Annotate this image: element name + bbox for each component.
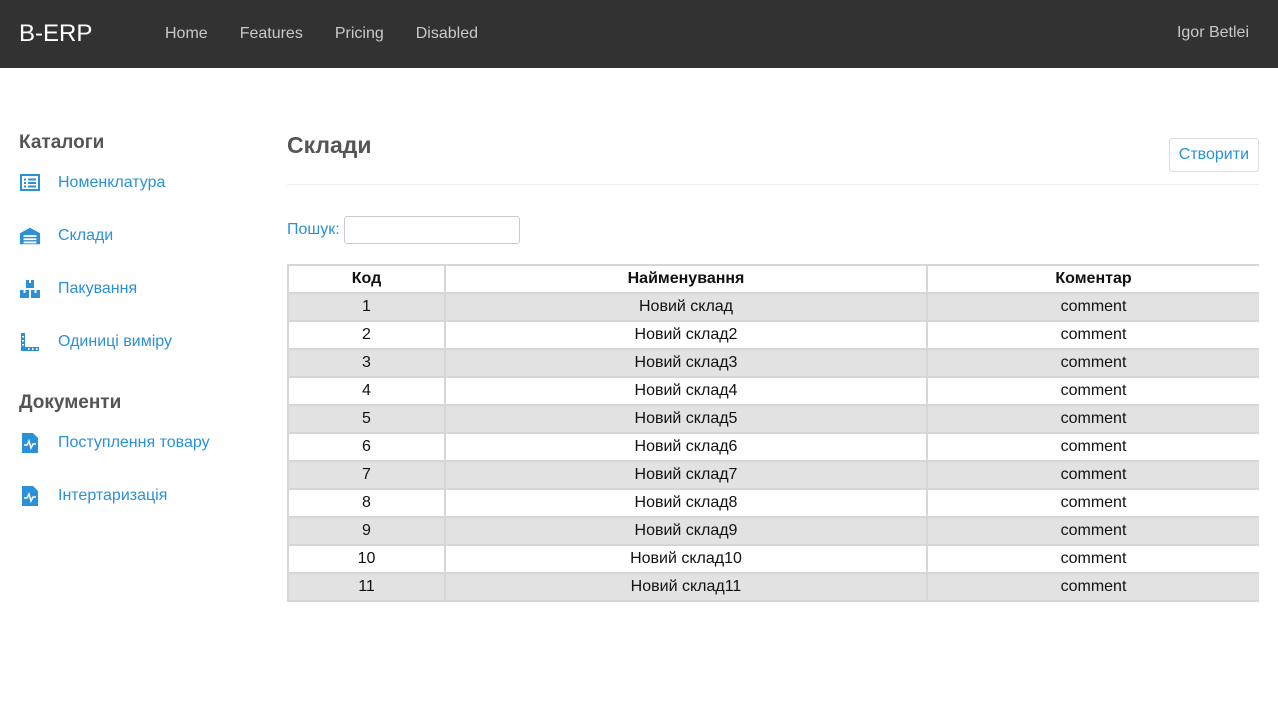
table-row[interactable]: 6 Новий склад6 comment bbox=[287, 432, 1259, 462]
table-row[interactable]: 2 Новий склад2 comment bbox=[287, 320, 1259, 350]
sidebar-item-units[interactable]: Одиниці виміру bbox=[19, 331, 172, 353]
sidebar-item-label: Поступлення товару bbox=[58, 434, 210, 451]
cell-comment: comment bbox=[926, 376, 1259, 406]
sidebar-item-inventory[interactable]: Інтертаризація bbox=[19, 485, 167, 507]
column-header-code[interactable]: Код bbox=[287, 264, 446, 294]
document-chart-icon bbox=[19, 485, 41, 507]
cell-comment: comment bbox=[926, 320, 1259, 350]
table-row[interactable]: 8 Новий склад8 comment bbox=[287, 488, 1259, 518]
catalogs-heading: Каталоги bbox=[19, 132, 105, 153]
ruler-icon bbox=[19, 331, 41, 353]
table-row[interactable]: 4 Новий склад4 comment bbox=[287, 376, 1259, 406]
sidebar-item-goods-receipt[interactable]: Поступлення товару bbox=[19, 432, 210, 454]
cell-comment: comment bbox=[926, 348, 1259, 378]
boxes-icon bbox=[19, 278, 41, 300]
sidebar-item-warehouses[interactable]: Склади bbox=[19, 225, 113, 247]
cell-name: Новий склад2 bbox=[444, 320, 928, 350]
cell-comment: comment bbox=[926, 572, 1259, 602]
list-icon bbox=[19, 172, 41, 194]
search-input[interactable] bbox=[343, 216, 520, 244]
nav-link-home[interactable]: Home bbox=[165, 25, 208, 43]
title-divider bbox=[287, 184, 1259, 185]
table-row[interactable]: 9 Новий склад9 comment bbox=[287, 516, 1259, 546]
cell-name: Новий склад10 bbox=[444, 544, 928, 574]
cell-comment: comment bbox=[926, 404, 1259, 434]
document-chart-icon bbox=[19, 432, 41, 454]
warehouses-table-container[interactable]: Код Найменування Коментар 1 Новий склад … bbox=[287, 264, 1259, 610]
sidebar-item-packaging[interactable]: Пакування bbox=[19, 278, 137, 300]
cell-code: 9 bbox=[287, 516, 446, 546]
table-row[interactable]: 10 Новий склад10 comment bbox=[287, 544, 1259, 574]
table-row[interactable]: 7 Новий склад7 comment bbox=[287, 460, 1259, 490]
brand-logo[interactable]: B-ERP bbox=[19, 20, 165, 48]
cell-name: Новий склад11 bbox=[444, 572, 928, 602]
sidebar-item-label: Склади bbox=[58, 227, 114, 244]
cell-code: 3 bbox=[287, 348, 446, 378]
documents-heading: Документи bbox=[19, 392, 122, 413]
cell-code: 8 bbox=[287, 488, 446, 518]
page-title: Склади bbox=[287, 132, 372, 158]
nav-link-pricing[interactable]: Pricing bbox=[335, 25, 384, 43]
cell-name: Новий склад5 bbox=[444, 404, 928, 434]
table-header-row: Код Найменування Коментар bbox=[287, 264, 1259, 294]
sidebar-item-label: Одиниці виміру bbox=[58, 333, 173, 350]
cell-name: Новий склад8 bbox=[444, 488, 928, 518]
cell-code: 4 bbox=[287, 376, 446, 406]
warehouses-table: Код Найменування Коментар 1 Новий склад … bbox=[287, 264, 1259, 602]
cell-comment: comment bbox=[926, 432, 1259, 462]
cell-comment: comment bbox=[926, 292, 1259, 322]
cell-name: Новий склад bbox=[444, 292, 928, 322]
sidebar-item-label: Інтертаризація bbox=[58, 487, 168, 504]
table-row[interactable]: 5 Новий склад5 comment bbox=[287, 404, 1259, 434]
table-row[interactable]: 3 Новий склад3 comment bbox=[287, 348, 1259, 378]
cell-code: 11 bbox=[287, 572, 446, 602]
cell-name: Новий склад6 bbox=[444, 432, 928, 462]
cell-code: 2 bbox=[287, 320, 446, 350]
sidebar-item-label: Пакування bbox=[58, 280, 138, 297]
search-row: Пошук: bbox=[287, 216, 520, 244]
nav-link-features[interactable]: Features bbox=[240, 25, 303, 43]
cell-code: 10 bbox=[287, 544, 446, 574]
create-button[interactable]: Створити bbox=[1168, 138, 1259, 172]
cell-comment: comment bbox=[926, 544, 1259, 574]
table-row[interactable]: 11 Новий склад11 comment bbox=[287, 572, 1259, 602]
sidebar-item-label: Номенклатура bbox=[58, 174, 166, 191]
column-header-comment[interactable]: Коментар bbox=[926, 264, 1259, 294]
cell-code: 6 bbox=[287, 432, 446, 462]
cell-comment: comment bbox=[926, 488, 1259, 518]
nav-link-disabled[interactable]: Disabled bbox=[416, 25, 478, 43]
cell-comment: comment bbox=[926, 460, 1259, 490]
user-name[interactable]: Igor Betlei bbox=[1177, 24, 1249, 42]
cell-code: 7 bbox=[287, 460, 446, 490]
cell-code: 5 bbox=[287, 404, 446, 434]
cell-name: Новий склад4 bbox=[444, 376, 928, 406]
top-navbar: B-ERP Home Features Pricing Disabled Igo… bbox=[0, 0, 1278, 68]
cell-code: 1 bbox=[287, 292, 446, 322]
cell-comment: comment bbox=[926, 516, 1259, 546]
warehouse-icon bbox=[19, 225, 41, 247]
search-label: Пошук: bbox=[287, 221, 340, 238]
table-row[interactable]: 1 Новий склад comment bbox=[287, 292, 1259, 322]
cell-name: Новий склад3 bbox=[444, 348, 928, 378]
cell-name: Новий склад7 bbox=[444, 460, 928, 490]
sidebar-item-nomenclature[interactable]: Номенклатура bbox=[19, 172, 165, 194]
cell-name: Новий склад9 bbox=[444, 516, 928, 546]
column-header-name[interactable]: Найменування bbox=[444, 264, 928, 294]
